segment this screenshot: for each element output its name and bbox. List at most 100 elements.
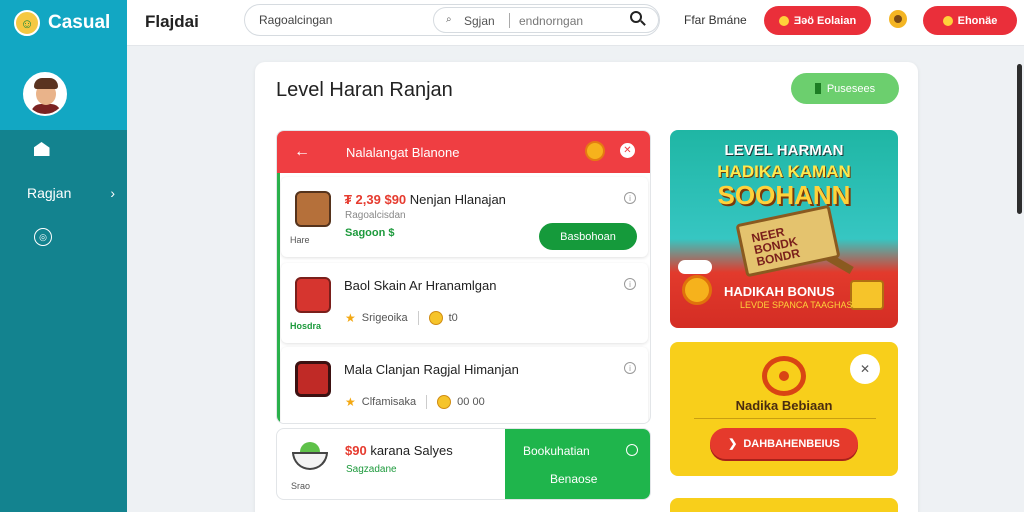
offer-meta: Sagoon $ xyxy=(345,227,395,239)
sidebar: ☺ Casual Ragjan › ◎ xyxy=(0,0,127,512)
star-icon: ★ xyxy=(345,311,356,325)
circle-icon: ◎ xyxy=(39,231,47,242)
offer-thumb-icon xyxy=(295,361,331,397)
reward-button-label: DAHBAHENBEIUS xyxy=(743,437,840,450)
bottom-offer-title: $90 karana Salyes xyxy=(345,443,453,458)
offer-amount: ₮ 2,39 $90 xyxy=(344,192,407,207)
promo-line-1: LEVEL HARMAN xyxy=(724,142,844,159)
offer-subtitle: Ragoalcisdan xyxy=(345,210,406,221)
sidebar-item-ragjan[interactable]: Ragjan › xyxy=(0,185,127,201)
offers-panel: ← Nalalangat Blanone ✕ Hare ₮ 2,39 $90 N… xyxy=(276,130,651,424)
cloud-icon xyxy=(678,260,712,274)
offer-title: Mala Clanjan Ragjal Himanjan xyxy=(344,362,519,377)
search-button-icon[interactable] xyxy=(630,11,646,29)
offer-thumb-icon xyxy=(295,277,331,313)
offer-title-text: Nenjan Hlanajan xyxy=(409,192,506,207)
reward-title: Nadika Bebiaan xyxy=(735,398,833,413)
coin-button[interactable]: Ǝǝӧ Eolaian xyxy=(764,6,871,35)
promo-bonus: HADIKAH BONUS xyxy=(724,284,835,299)
search-filter-right: endnorngan xyxy=(519,14,584,28)
sidebar-header: ☺ Casual xyxy=(0,0,127,130)
offer-meta: ★ Clfamisaka 00 00 xyxy=(345,395,485,409)
search-filter[interactable]: ⌕ Sgjan endnorngan xyxy=(433,7,659,33)
promo-line-3: SOOHANN xyxy=(717,180,851,210)
logo-text: Casual xyxy=(48,12,111,33)
top-link[interactable]: Ffar Bmáne xyxy=(684,13,747,27)
offer-meta-value: 00 00 xyxy=(457,396,485,408)
bottom-offer-title-text: karana Salyes xyxy=(370,443,453,458)
bottom-offer[interactable]: Srao $90 karana Salyes Sagzadane Bookuha… xyxy=(276,428,651,500)
info-icon[interactable]: i xyxy=(624,278,636,290)
coin-button-label: Ǝǝӧ Eolaian xyxy=(793,14,857,27)
page-title: Level Haran Ranjan xyxy=(276,79,453,101)
divider xyxy=(694,418,876,419)
sun-icon xyxy=(682,275,712,305)
chevron-icon: ❯ xyxy=(728,438,738,450)
close-icon[interactable]: ✕ xyxy=(850,354,880,384)
avatar[interactable] xyxy=(23,72,67,116)
search-input[interactable]: Ragoalcingan xyxy=(259,13,332,27)
back-arrow-icon[interactable]: ← xyxy=(294,143,310,161)
offer-meta-label: Srigeoika xyxy=(361,312,408,324)
promo-line-2: HADIKA KAMAN xyxy=(717,162,851,181)
info-icon[interactable]: i xyxy=(624,192,636,204)
reward-button[interactable]: ❯ DAHBAHENBEIUS xyxy=(710,428,858,459)
bottom-offer-amount: $90 xyxy=(345,443,367,458)
sign-board: NEER BONDK BONDR xyxy=(735,204,841,278)
offers-title: Nalalangat Blanone xyxy=(346,145,460,160)
offer-title: Baol Skain Ar Hranamlgan xyxy=(344,278,497,293)
scrollbar-thumb[interactable] xyxy=(1017,64,1022,214)
logo-icon: ☺ xyxy=(14,10,40,36)
divider xyxy=(509,13,510,28)
divider xyxy=(417,311,419,325)
bottom-offer-action[interactable]: Bookuhatian Benaose xyxy=(505,429,650,499)
home-icon xyxy=(33,142,50,156)
sun-icon xyxy=(585,141,605,161)
promo-subtitle: LEVDE SPANCA TAAGHAS xyxy=(740,300,853,310)
offer-meta: ★ Srigeoika t0 xyxy=(345,311,458,325)
offer-caption: Hare xyxy=(290,235,310,245)
offer-row[interactable]: Hare ₮ 2,39 $90 Nenjan Hlanajan Ragoalci… xyxy=(281,177,648,257)
gear-icon xyxy=(942,15,953,26)
offer-row[interactable]: Mala Clanjan Ragjal Himanjan ★ Clfamisak… xyxy=(281,347,648,423)
main-panel: Level Haran Ranjan Pusesees ← Nalalangat… xyxy=(255,62,918,512)
top-green-button-label: Pusesees xyxy=(826,82,876,95)
accent-stripe xyxy=(277,173,280,423)
sidebar-item-home[interactable] xyxy=(0,142,105,156)
chest-icon xyxy=(850,280,884,310)
info-icon[interactable] xyxy=(626,444,638,456)
flower-icon[interactable] xyxy=(885,6,911,32)
promo-banner[interactable]: LEVEL HARMAN HADIKA KAMAN SOOHANN NEER B… xyxy=(670,130,898,328)
coin-icon xyxy=(437,395,452,409)
close-icon[interactable]: ✕ xyxy=(620,143,635,158)
star-icon: ★ xyxy=(345,395,356,409)
offer-title: ₮ 2,39 $90 Nenjan Hlanajan xyxy=(344,192,506,207)
bottom-offer-caption: Srao xyxy=(291,481,311,491)
sidebar-item-settings[interactable]: ◎ xyxy=(34,228,52,246)
search-filter-left: Sgjan xyxy=(464,14,495,28)
info-icon[interactable]: i xyxy=(624,362,636,374)
app-logo[interactable]: ☺ Casual xyxy=(0,0,127,46)
offer-meta-value: t0 xyxy=(448,312,458,324)
offer-claim-button[interactable]: Basbohoan xyxy=(539,223,637,250)
coin-icon xyxy=(778,15,789,26)
offer-thumb-icon xyxy=(295,191,331,227)
offer-caption: Hosdra xyxy=(290,321,322,331)
bowl-icon xyxy=(292,442,328,470)
search-bar[interactable]: Ragoalcingan ⌕ Sgjan endnorngan xyxy=(244,4,660,36)
reward-card: ✕ Nadika Bebiaan ❯ DAHBAHENBEIUS xyxy=(670,342,898,476)
page-brand: Flajdai xyxy=(145,12,199,31)
coin-icon xyxy=(428,311,443,325)
chevron-right-icon: › xyxy=(110,185,115,201)
divider xyxy=(426,395,428,409)
bolt-icon xyxy=(814,83,821,94)
account-button[interactable]: Ehonäe xyxy=(923,6,1017,35)
offers-header: ← Nalalangat Blanone ✕ xyxy=(277,131,650,173)
offer-row[interactable]: Hosdra Baol Skain Ar Hranamlgan ★ Srigeo… xyxy=(281,263,648,343)
account-button-label: Ehonäe xyxy=(957,14,998,27)
bottom-offer-action-sublabel: Benaose xyxy=(550,472,598,486)
sidebar-item-label: Ragjan xyxy=(27,185,72,201)
top-green-button[interactable]: Pusesees xyxy=(791,73,899,104)
sign-text: NEER BONDK BONDR xyxy=(750,224,802,269)
bottom-offer-subtitle: Sagzadane xyxy=(346,464,397,475)
